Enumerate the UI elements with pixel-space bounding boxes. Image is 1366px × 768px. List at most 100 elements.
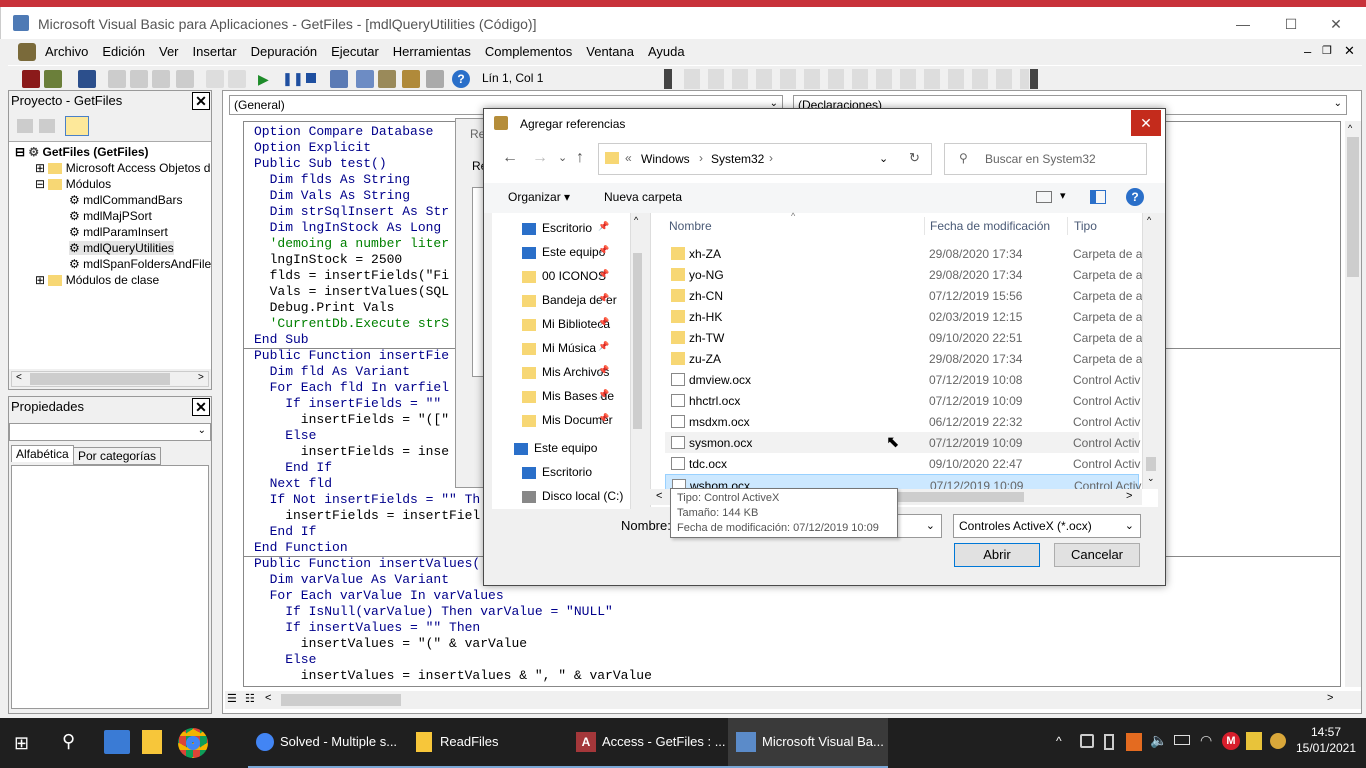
tree-modules[interactable]: ⊟ Módulos: [35, 177, 111, 191]
open-button[interactable]: Abrir: [954, 543, 1040, 567]
code-line[interactable]: flds = insertFields("Fi: [254, 268, 449, 283]
tree-access-objects[interactable]: ⊞ Microsoft Access Objetos de: [35, 161, 211, 175]
code-line[interactable]: lngInStock = 2500: [254, 252, 403, 267]
volume-icon[interactable]: 🔈: [1150, 732, 1167, 749]
nav-item[interactable]: Bandeja de er 📌: [522, 293, 617, 307]
tree-horizontal-scrollbar[interactable]: < >: [11, 371, 209, 387]
reset-icon[interactable]: [306, 73, 316, 83]
toolbar-overflow[interactable]: [664, 69, 672, 89]
tab-categories[interactable]: Por categorías: [73, 447, 162, 465]
doc-close-button[interactable]: ✕: [1344, 43, 1355, 59]
toolbox-icon[interactable]: [426, 70, 444, 88]
full-module-view-icon[interactable]: ☷: [245, 692, 255, 705]
breadcrumb-windows[interactable]: Windows: [641, 152, 690, 166]
menu-edición[interactable]: Edición: [95, 40, 152, 59]
code-line[interactable]: Dim varValue As Variant: [254, 572, 449, 587]
menu-archivo[interactable]: Archivo: [38, 40, 95, 59]
code-line[interactable]: Dim lngInStock As Long: [254, 220, 442, 235]
nav-item[interactable]: Este equipo 📌: [522, 245, 609, 259]
code-line[interactable]: Public Function insertFie: [254, 348, 449, 363]
properties-grid[interactable]: [11, 465, 209, 709]
edit-toolbar-overflow[interactable]: [1030, 69, 1038, 89]
computer-app-icon[interactable]: [104, 730, 130, 754]
copy-icon[interactable]: [130, 70, 148, 88]
nav-item[interactable]: 00 ICONOS 📌: [522, 269, 609, 283]
nav-item[interactable]: Escritorio 📌: [522, 221, 609, 235]
file-row[interactable]: zh-TW 09/10/2020 22:51 Carpeta de ar: [665, 327, 1146, 348]
wifi-icon[interactable]: ◠: [1200, 732, 1212, 749]
code-line[interactable]: insertFields = insertFiel: [254, 508, 480, 523]
nav-item[interactable]: Disco local (C:): [522, 489, 623, 503]
search-field[interactable]: ⚲ Buscar en System32: [944, 143, 1147, 175]
undo-icon[interactable]: [206, 70, 224, 88]
edit-toolbar[interactable]: [684, 69, 1029, 89]
nav-item[interactable]: Mis Bases de 📌: [522, 389, 614, 403]
code-line[interactable]: Option Explicit: [254, 140, 371, 155]
help-icon[interactable]: ?: [452, 70, 470, 88]
taskbar-item-access[interactable]: A Access - GetFiles : ...: [568, 718, 728, 768]
tree-class-modules[interactable]: ⊞ Módulos de clase: [35, 273, 159, 287]
forward-arrow-icon[interactable]: →: [532, 149, 548, 167]
insert-object-icon[interactable]: [44, 70, 62, 88]
tree-module-item[interactable]: ⚙ mdlParamInsert: [69, 225, 168, 239]
project-close-button[interactable]: ✕: [192, 92, 210, 110]
nav-item[interactable]: Este equipo: [514, 441, 597, 455]
file-row[interactable]: hhctrl.ocx 07/12/2019 10:09 Control Activ: [665, 390, 1140, 411]
menu-ejecutar[interactable]: Ejecutar: [324, 40, 386, 59]
code-line[interactable]: Dim Vals As String: [254, 188, 410, 203]
design-mode-icon[interactable]: [330, 70, 348, 88]
taskbar-item-vba[interactable]: Microsoft Visual Ba...: [728, 718, 888, 768]
view-code-icon[interactable]: [17, 119, 33, 133]
code-line[interactable]: If Not insertFields = "" Th: [254, 492, 481, 507]
tree-module-item-selected[interactable]: ⚙ mdlQueryUtilities: [69, 241, 174, 255]
column-date[interactable]: Fecha de modificación: [930, 219, 1050, 233]
address-dropdown-icon[interactable]: ⌄: [879, 152, 888, 165]
nav-item[interactable]: Mi Música 📌: [522, 341, 609, 355]
pause-icon[interactable]: ❚❚: [282, 71, 304, 87]
code-line[interactable]: 'demoing a number liter: [254, 236, 449, 251]
clock[interactable]: 14:57 15/01/2021: [1294, 724, 1358, 756]
find-icon[interactable]: [176, 70, 194, 88]
menu-depuración[interactable]: Depuración: [244, 40, 325, 59]
help-icon[interactable]: ?: [1126, 188, 1144, 206]
address-bar[interactable]: « Windows › System32 › ⌄ ↻: [598, 143, 932, 175]
recent-locations-icon[interactable]: ⌄: [558, 151, 567, 164]
code-line[interactable]: insertFields = "([": [254, 412, 449, 427]
expander-icon[interactable]: ⊟: [15, 145, 25, 159]
procedure-view-icon[interactable]: ☰: [227, 692, 237, 705]
code-line[interactable]: Vals = insertValues(SQL: [254, 284, 449, 299]
breadcrumb-system32[interactable]: System32: [711, 152, 764, 166]
file-type-filter[interactable]: Controles ActiveX (*.ocx) ⌄: [953, 514, 1141, 538]
paste-icon[interactable]: [152, 70, 170, 88]
cut-icon[interactable]: [108, 70, 126, 88]
nav-item[interactable]: Mis Archivos 📌: [522, 365, 609, 379]
menu-ventana[interactable]: Ventana: [579, 40, 641, 59]
code-horizontal-scrollbar[interactable]: ☰ ☷ < >: [225, 691, 1361, 709]
code-line[interactable]: End Function: [254, 540, 348, 555]
office-upload-icon[interactable]: [1126, 733, 1142, 751]
tray-icon-1[interactable]: [1080, 734, 1094, 748]
up-arrow-icon[interactable]: ↑: [576, 149, 584, 167]
network-icon[interactable]: [1174, 735, 1190, 745]
file-row[interactable]: zh-CN 07/12/2019 15:56 Carpeta de ar: [665, 285, 1146, 306]
code-line[interactable]: Else: [254, 652, 316, 667]
file-list-scrollbar[interactable]: ^ ⌄: [1142, 213, 1158, 489]
code-line[interactable]: Else: [254, 428, 316, 443]
file-explorer-icon[interactable]: [142, 730, 162, 754]
menu-complementos[interactable]: Complementos: [478, 40, 579, 59]
start-windows-icon[interactable]: ⊞: [14, 733, 29, 754]
view-options-icon[interactable]: [1036, 191, 1052, 203]
security-icon[interactable]: [1246, 732, 1262, 750]
new-folder-button[interactable]: Nueva carpeta: [604, 190, 682, 204]
usb-icon[interactable]: [1104, 734, 1114, 750]
minimize-button[interactable]: —: [1223, 13, 1263, 35]
properties-close-button[interactable]: ✕: [192, 398, 210, 416]
file-row[interactable]: xh-ZA 29/08/2020 17:34 Carpeta de ar: [665, 243, 1146, 264]
search-icon[interactable]: ⚲: [62, 731, 75, 752]
view-object-icon[interactable]: [39, 119, 55, 133]
code-line[interactable]: 'CurrentDb.Execute strS: [254, 316, 449, 331]
tree-root[interactable]: ⊟ ⚙ GetFiles (GetFiles): [15, 145, 149, 159]
tree-module-item[interactable]: ⚙ mdlMajPSort: [69, 209, 152, 223]
file-row[interactable]: zh-HK 02/03/2019 12:15 Carpeta de ar: [665, 306, 1146, 327]
code-line[interactable]: For Each fld In varfiel: [254, 380, 449, 395]
